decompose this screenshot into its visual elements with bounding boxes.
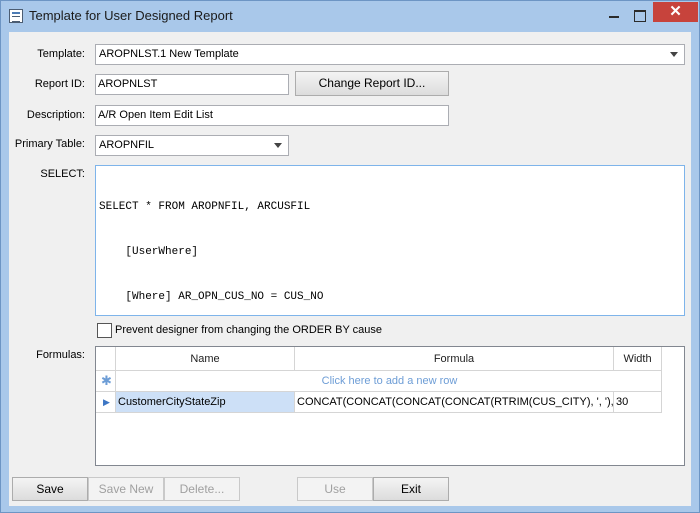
form-client-area: Template: AROPNLST.1 New Template Report… — [9, 32, 691, 506]
minimize-button[interactable] — [602, 6, 626, 24]
maximize-button[interactable] — [627, 6, 651, 24]
formulas-label: Formulas: — [36, 349, 85, 361]
delete-button[interactable]: Delete... — [164, 477, 240, 501]
title-bar[interactable]: Template for User Designed Report ✕ — [1, 1, 699, 31]
save-button[interactable]: Save — [12, 477, 88, 501]
template-dropdown[interactable]: AROPNLST.1 New Template — [95, 44, 685, 65]
new-row-icon: ✱ — [96, 371, 116, 392]
select-line: SELECT * FROM AROPNFIL, ARCUSFIL — [99, 201, 311, 213]
change-report-id-button[interactable]: Change Report ID... — [295, 71, 449, 96]
primary-table-dropdown[interactable]: AROPNFIL — [95, 135, 289, 156]
close-icon: ✕ — [669, 3, 682, 20]
use-button[interactable]: Use — [297, 477, 373, 501]
app-icon — [9, 9, 23, 23]
prevent-order-by-checkbox[interactable] — [97, 323, 112, 338]
select-sql-editor[interactable]: SELECT * FROM AROPNFIL, ARCUSFIL [UserWh… — [95, 165, 685, 316]
description-label: Description: — [26, 109, 85, 121]
template-label: Template: — [37, 48, 85, 60]
report-id-field[interactable]: AROPNLST — [95, 74, 289, 95]
add-new-row[interactable]: Click here to add a new row — [116, 371, 662, 392]
select-label: SELECT: — [40, 168, 85, 180]
column-header-name[interactable]: Name — [116, 347, 295, 371]
formula-expression-cell[interactable]: CONCAT(CONCAT(CONCAT(CONCAT(RTRIM(CUS_CI… — [295, 392, 614, 413]
template-value: AROPNLST.1 New Template — [99, 48, 239, 60]
save-new-button[interactable]: Save New — [88, 477, 164, 501]
close-button[interactable]: ✕ — [653, 2, 698, 22]
current-row-icon: ▶ — [96, 392, 116, 413]
formulas-grid[interactable]: Name Formula Width ✱ Click here to add a… — [95, 346, 685, 466]
description-field[interactable]: A/R Open Item Edit List — [95, 105, 449, 126]
formula-name-cell[interactable]: CustomerCityStateZip — [116, 392, 295, 413]
report-id-label: Report ID: — [34, 78, 85, 90]
primary-table-label: Primary Table: — [14, 138, 85, 150]
window: Template for User Designed Report ✕ Temp… — [0, 0, 700, 513]
window-title: Template for User Designed Report — [29, 8, 233, 23]
column-header-formula[interactable]: Formula — [295, 347, 614, 371]
primary-table-value: AROPNFIL — [99, 139, 155, 151]
formula-width-cell[interactable]: 30 — [614, 392, 662, 413]
select-line: [Where] AR_OPN_CUS_NO = CUS_NO — [99, 291, 324, 303]
chevron-down-icon — [670, 52, 678, 57]
row-header-corner — [96, 347, 116, 371]
chevron-down-icon — [274, 143, 282, 148]
prevent-order-by-label: Prevent designer from changing the ORDER… — [115, 324, 382, 336]
exit-button[interactable]: Exit — [373, 477, 449, 501]
select-line: [UserWhere] — [99, 246, 199, 258]
column-header-width[interactable]: Width — [614, 347, 662, 371]
